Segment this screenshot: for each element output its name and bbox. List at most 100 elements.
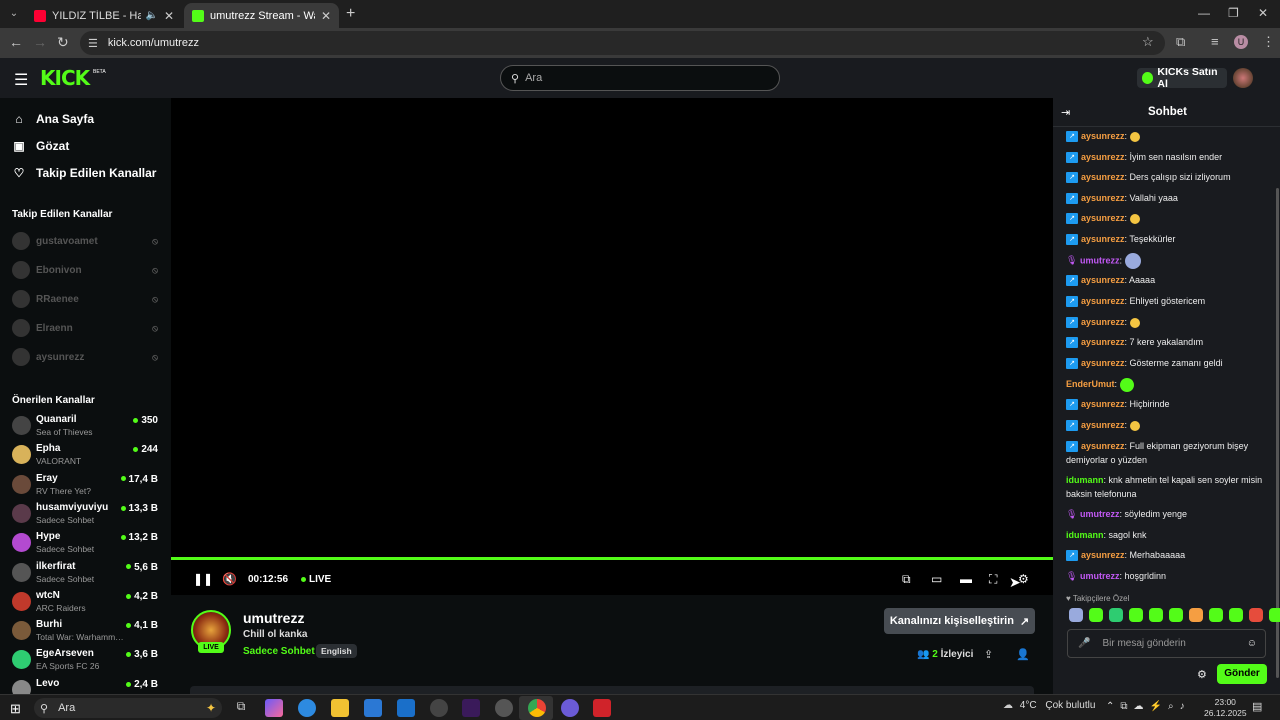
chat-username[interactable]: aysunrezz [1081, 358, 1125, 368]
close-window-icon[interactable]: ✕ [1258, 6, 1268, 20]
pip-icon[interactable]: ⧉ [902, 572, 911, 587]
site-info-icon[interactable]: ☰ [88, 37, 98, 50]
chat-username[interactable]: aysunrezz [1081, 296, 1125, 306]
sidebar-item-following[interactable]: ♡ Takip Edilen Kanallar [12, 166, 157, 180]
emote-icon[interactable] [1089, 608, 1103, 622]
followed-channel-item[interactable]: aysunrezz ⦸ [12, 347, 162, 367]
discord-icon[interactable] [561, 699, 579, 717]
chat-username[interactable]: aysunrezz [1081, 420, 1125, 430]
browser-tab-youtube[interactable]: YILDIZ TİLBE - Hasretim Ber 🔈 ✕ [26, 3, 182, 28]
notification-icon[interactable]: ▤ [1252, 700, 1262, 713]
file-explorer-icon[interactable] [331, 699, 349, 717]
edge-icon[interactable] [298, 699, 316, 717]
emote-icon[interactable] [1249, 608, 1263, 622]
emote-icon[interactable] [1209, 608, 1223, 622]
chat-settings-icon[interactable]: ⚙ [1197, 668, 1207, 681]
followed-channel-item[interactable]: RRaenee ⦸ [12, 289, 162, 309]
close-tab-icon[interactable]: ✕ [164, 9, 174, 23]
chat-username[interactable]: aysunrezz [1081, 152, 1125, 162]
bookmark-star-icon[interactable]: ☆ [1142, 34, 1154, 50]
followed-channel-item[interactable]: Ebonivon ⦸ [12, 260, 162, 280]
chat-username[interactable]: aysunrezz [1081, 337, 1125, 347]
browser-profile-avatar[interactable]: U [1234, 35, 1248, 49]
tab-search-icon[interactable]: ⌄ [6, 6, 22, 22]
clip-icon[interactable]: ▭ [931, 572, 942, 586]
reload-icon[interactable]: ↻ [57, 34, 69, 51]
forward-icon[interactable]: → [33, 34, 47, 50]
xbox-icon[interactable] [430, 699, 448, 717]
recommended-channel-item[interactable]: Levo 2,4 B [12, 676, 162, 694]
followed-channel-item[interactable]: Elraenn ⦸ [12, 318, 162, 338]
kick-logo[interactable]: KICK [40, 66, 90, 90]
mute-icon[interactable]: 🔇 [222, 572, 237, 586]
chat-username[interactable]: EnderUmut [1066, 379, 1115, 389]
emote-icon[interactable] [1129, 608, 1143, 622]
media-control-icon[interactable]: ≡ [1211, 34, 1219, 49]
emote-icon[interactable] [1269, 608, 1280, 622]
outlook-icon[interactable] [397, 699, 415, 717]
customize-channel-button[interactable]: Kanalınızı kişiselleştirin ↗ [884, 608, 1035, 634]
chat-username[interactable]: aysunrezz [1081, 399, 1125, 409]
chat-username[interactable]: idumann [1066, 475, 1104, 485]
recommended-channel-item[interactable]: EgeArseven EA Sports FC 26 3,6 B [12, 646, 162, 672]
app-icon[interactable] [495, 699, 513, 717]
chrome-icon[interactable] [528, 699, 546, 717]
app-icon[interactable] [462, 699, 480, 717]
chat-username[interactable]: aysunrezz [1081, 441, 1125, 451]
emote-icon[interactable] [1109, 608, 1123, 622]
add-friend-icon[interactable]: 👤 [1016, 648, 1030, 661]
emote-icon[interactable] [1149, 608, 1163, 622]
recommended-channel-item[interactable]: Hype Sadece Sohbet 13,2 B [12, 529, 162, 555]
theater-mode-icon[interactable]: ▬ [960, 572, 972, 586]
recommended-channel-item[interactable]: husamviyuviyu Sadece Sohbet 13,3 B [12, 500, 162, 526]
task-view-icon[interactable]: ⧉ [232, 699, 250, 717]
taskbar-search[interactable]: ⚲ Ara ✦ [34, 698, 222, 718]
recommended-channel-item[interactable]: Epha VALORANT 244 [12, 441, 162, 467]
chat-username[interactable]: umutrezz [1080, 509, 1120, 519]
chat-username[interactable]: aysunrezz [1081, 213, 1125, 223]
collapse-chat-icon[interactable]: ⇥ [1061, 106, 1070, 119]
close-tab-icon[interactable]: ✕ [321, 9, 331, 23]
language-tag[interactable]: English [316, 644, 357, 658]
channel-name[interactable]: umutrezz [243, 610, 304, 626]
chat-username[interactable]: aysunrezz [1081, 234, 1125, 244]
sidebar-item-home[interactable]: ⌂ Ana Sayfa [12, 112, 94, 126]
search-input[interactable]: ⚲ Ara [500, 65, 780, 91]
windows-start-icon[interactable]: ⊞ [10, 701, 21, 717]
weather-widget[interactable]: ☁ 4°C Çok bulutlu [1003, 700, 1095, 711]
recommended-channel-item[interactable]: ilkerfirat Sadece Sohbet 5,6 B [12, 559, 162, 585]
chat-username[interactable]: umutrezz [1080, 571, 1120, 581]
recommended-channel-item[interactable]: Quanaril Sea of Thieves 350 [12, 412, 162, 438]
chat-scrollbar[interactable] [1276, 188, 1279, 678]
taskbar-clock[interactable]: 23:00 26.12.2025 [1204, 697, 1247, 719]
fullscreen-icon[interactable]: ⛶ [989, 572, 997, 587]
recommended-channel-item[interactable]: wtcN ARC Raiders 4,2 B [12, 588, 162, 614]
stream-category[interactable]: Sadece Sohbet [243, 646, 315, 657]
send-button[interactable]: Gönder [1217, 664, 1267, 684]
emote-icon[interactable] [1229, 608, 1243, 622]
restore-icon[interactable]: ❐ [1228, 6, 1239, 20]
audio-icon[interactable]: 🔈 [145, 10, 157, 21]
chat-username[interactable]: aysunrezz [1081, 550, 1125, 560]
back-icon[interactable]: ← [9, 34, 23, 50]
chat-username[interactable]: idumann [1066, 530, 1104, 540]
pause-icon[interactable]: ❚❚ [193, 572, 213, 586]
progress-bar[interactable] [171, 557, 1053, 560]
user-avatar[interactable] [1233, 68, 1253, 88]
system-tray-icons[interactable]: ⌃⧉☁⚡⌕♪ [1106, 701, 1191, 712]
copilot-icon[interactable] [265, 699, 283, 717]
sidebar-item-browse[interactable]: ▣ Gözat [12, 139, 69, 153]
chat-username[interactable]: aysunrezz [1081, 131, 1125, 141]
chat-username[interactable]: aysunrezz [1081, 275, 1125, 285]
chat-username[interactable]: aysunrezz [1081, 317, 1125, 327]
recommended-channel-item[interactable]: Burhi Total War: Warhamm… 4,1 B [12, 617, 162, 643]
extensions-icon[interactable]: ⧉ [1176, 34, 1185, 50]
buy-kicks-button[interactable]: KICKs Satın Al [1137, 66, 1227, 90]
emote-icon[interactable] [1189, 608, 1203, 622]
browser-tab-kick[interactable]: umutrezz Stream - Watch Live o ✕ [184, 3, 339, 28]
followed-channel-item[interactable]: gustavoamet ⦸ [12, 231, 162, 251]
new-tab-icon[interactable]: + [346, 5, 355, 23]
recommended-channel-item[interactable]: Eray RV There Yet? 17,4 B [12, 471, 162, 497]
hamburger-menu-icon[interactable]: ☰ [14, 70, 28, 90]
chat-username[interactable]: aysunrezz [1081, 193, 1125, 203]
